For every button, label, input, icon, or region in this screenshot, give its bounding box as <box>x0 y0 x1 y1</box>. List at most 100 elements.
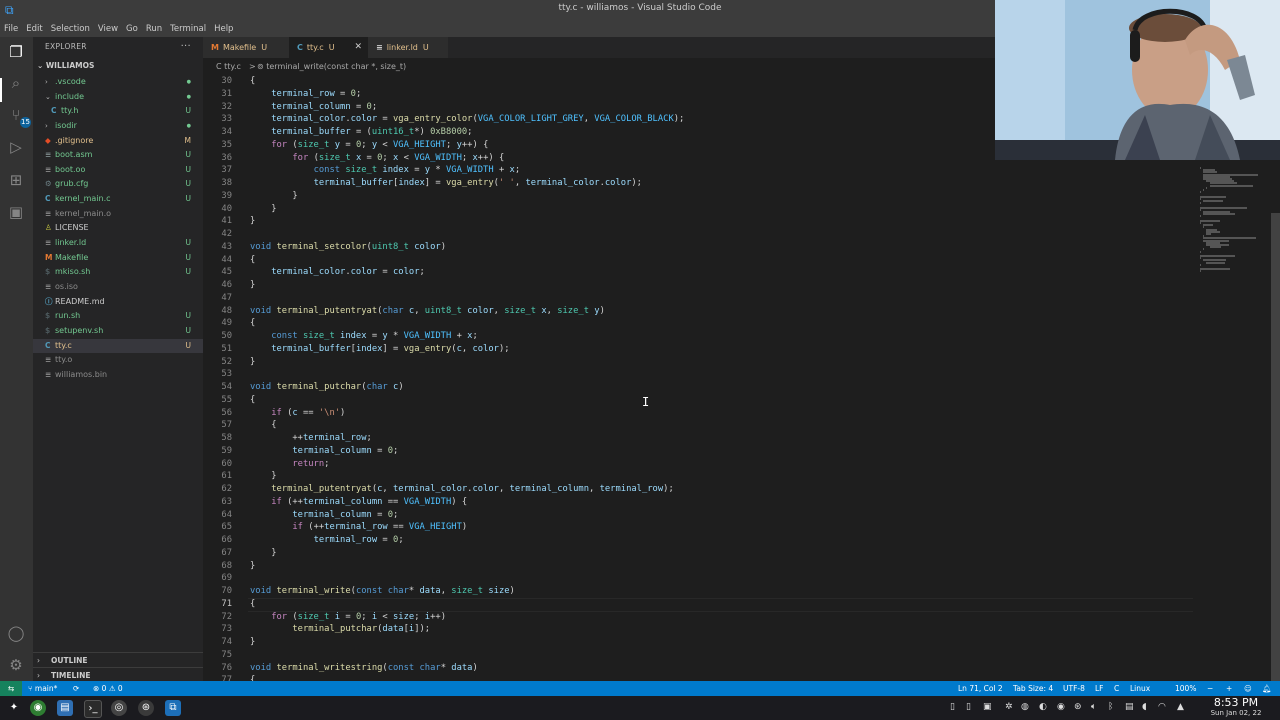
explorer-files-icon[interactable]: ❐ <box>6 42 26 62</box>
workspace-root[interactable]: ⌄ WILLIAMOS <box>33 57 203 75</box>
extensions-icon[interactable]: ⊞ <box>6 170 26 190</box>
workspace-2-icon[interactable]: ▯ <box>966 702 971 712</box>
terminal-icon[interactable]: ›_ <box>84 700 102 718</box>
minimap-line <box>1203 189 1204 191</box>
problems-indicator[interactable]: ⊗ 0 ⚠ 0 <box>93 681 123 696</box>
menu-go[interactable]: Go <box>122 22 142 36</box>
tab-tty-c[interactable]: Ctty.c U ✕ <box>289 37 368 58</box>
line-number: 42 <box>221 229 232 239</box>
menu-selection[interactable]: Selection <box>47 22 94 36</box>
vscode-taskbar-icon[interactable]: ⧉ <box>165 700 181 716</box>
chrome-browser-icon[interactable]: ◉ <box>30 700 46 716</box>
search-icon[interactable]: ⌕ <box>6 73 26 93</box>
tree-item-label: kernel_main.o <box>55 208 112 218</box>
file-icon: ≡ <box>45 281 52 291</box>
menu-view[interactable]: View <box>94 22 122 36</box>
mic-icon[interactable]: ◖ <box>1142 702 1147 712</box>
line-number: 67 <box>221 547 232 558</box>
breadcrumb-file[interactable]: C tty.c <box>216 58 241 75</box>
tray-expand-icon[interactable]: ▲ <box>1177 702 1184 712</box>
tray-app-icon[interactable]: ◐ <box>1039 702 1047 712</box>
tree-item-isodir[interactable]: › isodir ● <box>33 119 203 134</box>
tree-item-tty-o[interactable]: ≡ tty.o <box>33 353 203 368</box>
steam-icon[interactable]: ⊛ <box>138 700 154 716</box>
outline-section[interactable]: › OUTLINE <box>33 652 203 668</box>
menu-edit[interactable]: Edit <box>22 22 46 36</box>
clock-time: 8:53 PM <box>1213 696 1259 709</box>
tree-item-kernel-main-c[interactable]: Ckernel_main.c U <box>33 192 203 207</box>
tab-makefile[interactable]: M Makefile U <box>203 37 289 58</box>
tree-item-linker-ld[interactable]: ≡ linker.ld U <box>33 236 203 251</box>
tree-item-tty-c[interactable]: Ctty.c U <box>33 338 203 354</box>
discord-icon[interactable]: ◍ <box>1021 702 1029 712</box>
accounts-icon[interactable]: ◯ <box>6 623 26 643</box>
language-mode[interactable]: C <box>1114 681 1119 696</box>
branch-indicator[interactable]: ⑂ main* <box>28 681 57 696</box>
zoom-level[interactable]: 100% <box>1175 681 1196 696</box>
menu-run[interactable]: Run <box>142 22 166 36</box>
cursor-position[interactable]: Ln 71, Col 2 <box>958 681 1003 696</box>
wifi-icon[interactable]: ◠ <box>1158 702 1166 712</box>
settings-tray-icon[interactable]: ✲ <box>1005 702 1013 712</box>
tree-item-makefile[interactable]: M Makefile U <box>33 251 203 266</box>
code-editor[interactable]: 30 {31 terminal_row = 0; 32 terminal_colum… <box>203 75 1280 681</box>
steam-tray-icon[interactable]: ⊛ <box>1074 702 1082 712</box>
sync-icon[interactable]: ⟳ <box>73 681 79 696</box>
bluetooth-icon[interactable]: ᛒ <box>1108 702 1113 712</box>
settings-gear-icon[interactable]: ⚙ <box>6 655 26 675</box>
app-tray-icon[interactable]: ▣ <box>983 702 992 712</box>
close-icon[interactable]: ✕ <box>354 37 362 58</box>
obs-studio-icon[interactable]: ◎ <box>111 700 127 716</box>
tree-item-include[interactable]: ⌄ include ● <box>33 90 203 105</box>
platform[interactable]: Linux <box>1130 681 1150 696</box>
file-manager-icon[interactable]: ▤ <box>57 700 73 716</box>
line-number: 48 <box>221 305 232 316</box>
tree-item-setupenv-sh[interactable]: $ setupenv.sh U <box>33 324 203 339</box>
record-icon[interactable]: ◉ <box>1057 702 1065 712</box>
tree-item-boot-asm[interactable]: ≡ boot.asm U <box>33 148 203 163</box>
code-text: void terminal_putchar(char c) <box>250 382 404 392</box>
tree-item-readme-md[interactable]: ⓘ README.md <box>33 295 203 310</box>
remote-explorer-icon[interactable]: ▣ <box>6 202 26 222</box>
vertical-scrollbar[interactable] <box>1271 75 1280 681</box>
tree-item-run-sh[interactable]: $ run.sh U <box>33 309 203 324</box>
tab-size[interactable]: Tab Size: 4 <box>1013 681 1053 696</box>
start-menu-icon[interactable]: ✦ <box>6 700 22 716</box>
tree-item-gitignore[interactable]: ◆ .gitignore M <box>33 134 203 149</box>
tree-item-kernel-main-o[interactable]: ≡ kernel_main.o <box>33 207 203 222</box>
git-status: U <box>185 179 192 189</box>
remote-indicator-icon[interactable]: ⇆ <box>0 681 22 696</box>
file-icon: ≡ <box>45 164 52 174</box>
notifications-bell-icon[interactable]: 🔔︎ <box>1262 681 1272 696</box>
branch-icon: ⑂ <box>28 684 35 693</box>
tree-item-license[interactable]: ♙ LICENSE <box>33 221 203 236</box>
tree-item-grub-cfg[interactable]: ⚙ grub.cfg U <box>33 177 203 192</box>
git-status: U <box>185 311 192 321</box>
tree-item-williamos-bin[interactable]: ≡ williamos.bin <box>33 368 203 383</box>
menu-file[interactable]: File <box>0 22 22 36</box>
tree-item-boot-oo[interactable]: ≡ boot.oo U <box>33 163 203 178</box>
end-of-line[interactable]: LF <box>1095 681 1104 696</box>
tree-item-os-iso[interactable]: ≡ os.iso <box>33 280 203 295</box>
zoom-out-icon[interactable]: − <box>1207 681 1213 696</box>
tab-linker-ld[interactable]: ≡ linker.ld U <box>368 37 448 58</box>
code-text: } <box>250 216 256 227</box>
minimap[interactable] <box>1196 75 1266 681</box>
zoom-in-icon[interactable]: + <box>1226 681 1232 696</box>
breadcrumb-symbol[interactable]: ⊚ terminal_write(const char *, size_t) <box>257 58 406 75</box>
clipboard-icon[interactable]: ▤ <box>1125 702 1134 712</box>
system-clock[interactable]: 8:53 PM Sun Jan 02, 22 <box>1194 697 1278 718</box>
menu-help[interactable]: Help <box>210 22 237 36</box>
scrollbar-thumb[interactable] <box>1271 213 1280 681</box>
run-debug-icon[interactable]: ▷ <box>6 137 26 157</box>
workspace-1-icon[interactable]: ▯ <box>950 702 955 712</box>
more-actions-icon[interactable]: ··· <box>181 37 191 57</box>
source-control-icon[interactable]: ⑂ 15 <box>6 105 31 128</box>
menu-terminal[interactable]: Terminal <box>166 22 210 36</box>
tree-item-mkiso-sh[interactable]: $ mkiso.sh U <box>33 265 203 280</box>
encoding[interactable]: UTF-8 <box>1063 681 1085 696</box>
tree-item-tty-h[interactable]: Ctty.h U <box>33 104 203 119</box>
volume-icon[interactable]: 🔈︎ <box>1091 702 1096 712</box>
feedback-icon[interactable]: ☺ <box>1244 681 1252 696</box>
tree-item-vscode[interactable]: › .vscode ● <box>33 75 203 90</box>
